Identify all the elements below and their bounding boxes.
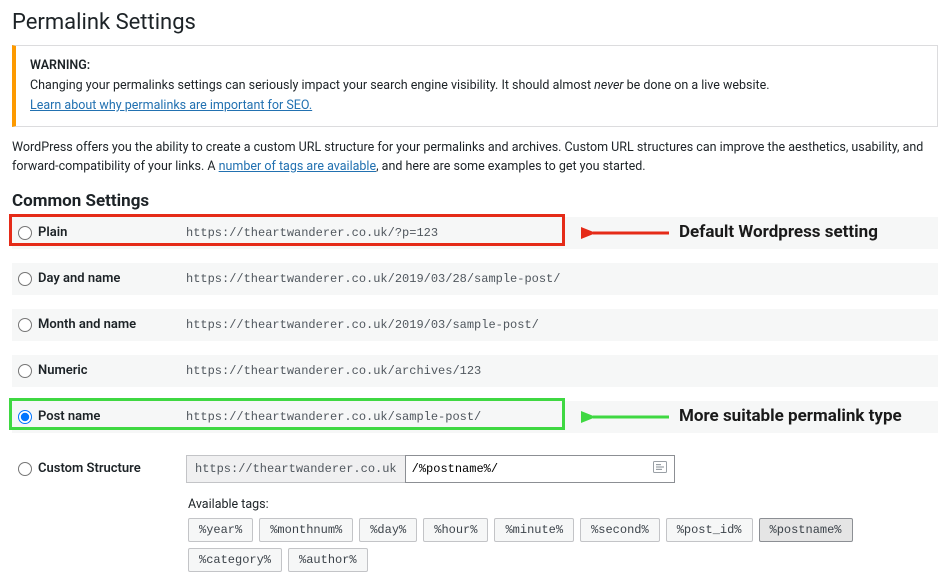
radio-dayname[interactable] (18, 272, 32, 286)
tag-category[interactable]: %category% (188, 548, 282, 572)
warning-text-a: Changing your permalinks settings can se… (30, 78, 594, 93)
warning-text-b: be done on a live website. (624, 78, 770, 93)
tag-author[interactable]: %author% (288, 548, 368, 572)
intro-tags-link[interactable]: number of tags are available (219, 159, 376, 174)
label-numeric: Numeric (36, 363, 186, 378)
radio-numeric[interactable] (18, 364, 32, 378)
warning-seo-link[interactable]: Learn about why permalinks are important… (30, 98, 312, 113)
option-numeric-row[interactable]: Numeric https://theartwanderer.co.uk/arc… (12, 355, 938, 387)
label-monthname: Month and name (36, 317, 186, 332)
custom-url-prefix: https://theartwanderer.co.uk (186, 455, 405, 483)
option-custom-row[interactable]: Custom Structure https://theartwanderer.… (12, 447, 938, 491)
intro-paragraph: WordPress offers you the ability to crea… (12, 139, 938, 177)
label-postname: Post name (36, 409, 186, 424)
warning-notice: WARNING: Changing your permalinks settin… (12, 45, 938, 127)
radio-monthname[interactable] (18, 318, 32, 332)
radio-custom[interactable] (18, 462, 32, 476)
example-plain: https://theartwanderer.co.uk/?p=123 (186, 226, 438, 240)
label-plain: Plain (36, 225, 186, 240)
example-postname: https://theartwanderer.co.uk/sample-post… (186, 410, 481, 424)
warning-heading: WARNING: (30, 58, 90, 73)
common-settings-heading: Common Settings (12, 191, 938, 211)
example-monthname: https://theartwanderer.co.uk/2019/03/sam… (186, 318, 539, 332)
tag-hour[interactable]: %hour% (423, 518, 488, 542)
option-dayname-row[interactable]: Day and name https://theartwanderer.co.u… (12, 263, 938, 295)
radio-postname[interactable] (18, 410, 32, 424)
tag-minute[interactable]: %minute% (494, 518, 574, 542)
annotation-default-label: Default Wordpress setting (679, 222, 878, 242)
radio-plain[interactable] (18, 226, 32, 240)
tag-post_id[interactable]: %post_id% (666, 518, 753, 542)
label-dayname: Day and name (36, 271, 186, 286)
annotation-green-arrow (581, 407, 671, 427)
page-title: Permalink Settings (12, 10, 938, 35)
tag-monthnum[interactable]: %monthnum% (259, 518, 353, 542)
tag-year[interactable]: %year% (188, 518, 253, 542)
custom-structure-input[interactable] (405, 455, 675, 483)
example-numeric: https://theartwanderer.co.uk/archives/12… (186, 364, 481, 378)
intro-text-b: , and here are some examples to get you … (376, 159, 645, 174)
option-monthname-row[interactable]: Month and name https://theartwanderer.co… (12, 309, 938, 341)
annotation-suitable-label: More suitable permalink type (679, 406, 902, 426)
tag-second[interactable]: %second% (580, 518, 660, 542)
available-tags-row: %year%%monthnum%%day%%hour%%minute%%seco… (188, 518, 938, 572)
annotation-red-arrow (581, 223, 671, 243)
available-tags-label: Available tags: (188, 497, 938, 512)
warning-em: never (594, 78, 623, 93)
tag-postname[interactable]: %postname% (759, 518, 853, 542)
label-custom: Custom Structure (36, 461, 186, 476)
example-dayname: https://theartwanderer.co.uk/2019/03/28/… (186, 272, 560, 286)
tag-day[interactable]: %day% (359, 518, 417, 542)
